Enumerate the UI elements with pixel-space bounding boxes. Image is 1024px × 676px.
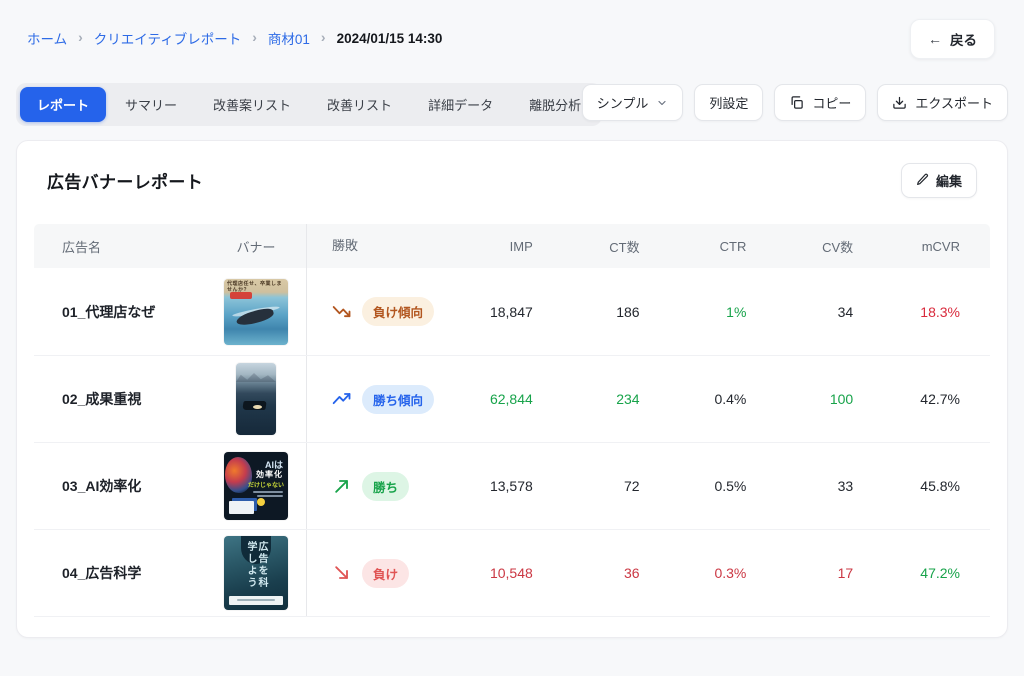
- copy-button[interactable]: コピー: [774, 84, 866, 121]
- column-settings-button[interactable]: 列設定: [694, 84, 763, 121]
- ctr-value: 0.5%: [670, 478, 777, 494]
- table-row: 03_AI効率化 AIは 効率化 だけじゃない 勝ち: [34, 442, 990, 529]
- ct-value: 234: [563, 391, 670, 407]
- banner-image: 代理店任せ、卒業しませんか?: [224, 279, 288, 345]
- ad-name: 02_成果重視: [34, 389, 206, 409]
- banner-accent-text: だけじゃない: [248, 480, 284, 489]
- table-row: 04_広告科学 広告を科学しよう 負け 10,548 36 0.3%: [34, 529, 990, 616]
- ct-value: 186: [563, 304, 670, 320]
- mcvr-value: 18.3%: [883, 304, 990, 320]
- chevron-right-icon: ›: [321, 30, 326, 46]
- arrow-down-right-icon: [332, 563, 352, 583]
- column-header-cv: CV数: [776, 237, 883, 256]
- status-badge: 負け傾向: [362, 297, 434, 326]
- edit-button[interactable]: 編集: [901, 163, 977, 198]
- tab-improvement-proposal-list[interactable]: 改善案リスト: [196, 87, 308, 122]
- table-row: 01_代理店なぜ 代理店任せ、卒業しませんか? 負け傾向 18,847 186 …: [34, 268, 990, 355]
- banner-image: [236, 363, 276, 435]
- mcvr-value: 47.2%: [883, 565, 990, 581]
- breadcrumb-home[interactable]: ホーム: [27, 28, 67, 48]
- mcvr-value: 42.7%: [883, 391, 990, 407]
- breadcrumb-current-timestamp: 2024/01/15 14:30: [337, 31, 443, 46]
- imp-value: 18,847: [456, 304, 563, 320]
- ad-banner-table: 広告名 バナー 勝敗 IMP CT数 CTR CV数 mCVR 01_代理店なぜ…: [34, 224, 990, 617]
- ad-name: 03_AI効率化: [34, 476, 206, 496]
- ad-name: 04_広告科学: [34, 563, 206, 583]
- column-settings-label: 列設定: [709, 93, 748, 112]
- pencil-icon: [916, 173, 929, 189]
- trending-up-icon: [332, 389, 352, 409]
- breadcrumb-product-01[interactable]: 商材01: [268, 28, 310, 48]
- ct-value: 72: [563, 478, 670, 494]
- imp-value: 13,578: [456, 478, 563, 494]
- banner-image: 広告を科学しよう: [224, 536, 288, 610]
- mcvr-value: 45.8%: [883, 478, 990, 494]
- view-mode-value: シンプル: [597, 93, 649, 112]
- export-label: エクスポート: [915, 93, 993, 112]
- tab-improvement-list[interactable]: 改善リスト: [310, 87, 409, 122]
- table-row: 02_成果重視 勝ち傾向 62,844 234 0.4% 100 42.7%: [34, 355, 990, 442]
- column-header-ad-name: 広告名: [34, 237, 206, 256]
- edit-label: 編集: [936, 171, 962, 190]
- tab-detail-data[interactable]: 詳細データ: [411, 87, 510, 122]
- copy-label: コピー: [812, 93, 851, 112]
- banner-image: AIは 効率化 だけじゃない: [224, 452, 288, 520]
- trending-down-icon: [332, 302, 352, 322]
- view-mode-select[interactable]: シンプル: [582, 84, 684, 121]
- column-header-imp: IMP: [456, 239, 563, 254]
- cv-value: 100: [776, 391, 883, 407]
- tab-summary[interactable]: サマリー: [108, 87, 194, 122]
- status-badge: 勝ち: [362, 472, 409, 501]
- breadcrumb: ホーム › クリエイティブレポート › 商材01 › 2024/01/15 14…: [27, 28, 442, 48]
- export-button[interactable]: エクスポート: [877, 84, 1008, 121]
- ad-name: 01_代理店なぜ: [34, 302, 206, 322]
- toolbar: シンプル 列設定 コピー エクスポート: [582, 84, 1008, 121]
- banner-subtitle: 効率化: [256, 469, 283, 480]
- chevron-right-icon: ›: [78, 30, 83, 46]
- status-badge: 勝ち傾向: [362, 385, 434, 414]
- tab-report[interactable]: レポート: [20, 87, 106, 122]
- page-title: 広告バナーレポート: [47, 168, 203, 193]
- column-header-banner: バナー: [206, 237, 306, 256]
- column-header-ctr: CTR: [670, 239, 777, 254]
- cv-value: 33: [776, 478, 883, 494]
- cv-value: 34: [776, 304, 883, 320]
- download-icon: [892, 95, 907, 110]
- back-button[interactable]: ← 戻る: [910, 19, 995, 59]
- column-header-result: 勝敗: [306, 224, 456, 268]
- table-body: 01_代理店なぜ 代理店任せ、卒業しませんか? 負け傾向 18,847 186 …: [34, 268, 990, 617]
- chevron-right-icon: ›: [252, 30, 257, 46]
- imp-value: 10,548: [456, 565, 563, 581]
- ctr-value: 0.4%: [670, 391, 777, 407]
- ctr-value: 1%: [670, 304, 777, 320]
- copy-icon: [789, 95, 804, 110]
- report-card: 広告バナーレポート 編集 広告名 バナー 勝敗 IMP CT数 CTR CV数 …: [16, 140, 1008, 638]
- breadcrumb-creative-report[interactable]: クリエイティブレポート: [94, 28, 241, 48]
- back-button-label: 戻る: [950, 29, 977, 49]
- column-header-mcvr: mCVR: [883, 239, 990, 254]
- arrow-left-icon: ←: [928, 31, 942, 47]
- column-header-ct: CT数: [563, 237, 670, 256]
- table-header-row: 広告名 バナー 勝敗 IMP CT数 CTR CV数 mCVR: [34, 224, 990, 268]
- status-badge: 負け: [362, 559, 409, 588]
- ct-value: 36: [563, 565, 670, 581]
- ctr-value: 0.3%: [670, 565, 777, 581]
- chevron-down-icon: [656, 97, 668, 109]
- banner-vertical-text: 広告を科学しよう: [245, 541, 267, 593]
- cv-value: 17: [776, 565, 883, 581]
- imp-value: 62,844: [456, 391, 563, 407]
- tab-bar: レポート サマリー 改善案リスト 改善リスト 詳細データ 離脱分析: [16, 83, 602, 126]
- arrow-up-right-icon: [332, 476, 352, 496]
